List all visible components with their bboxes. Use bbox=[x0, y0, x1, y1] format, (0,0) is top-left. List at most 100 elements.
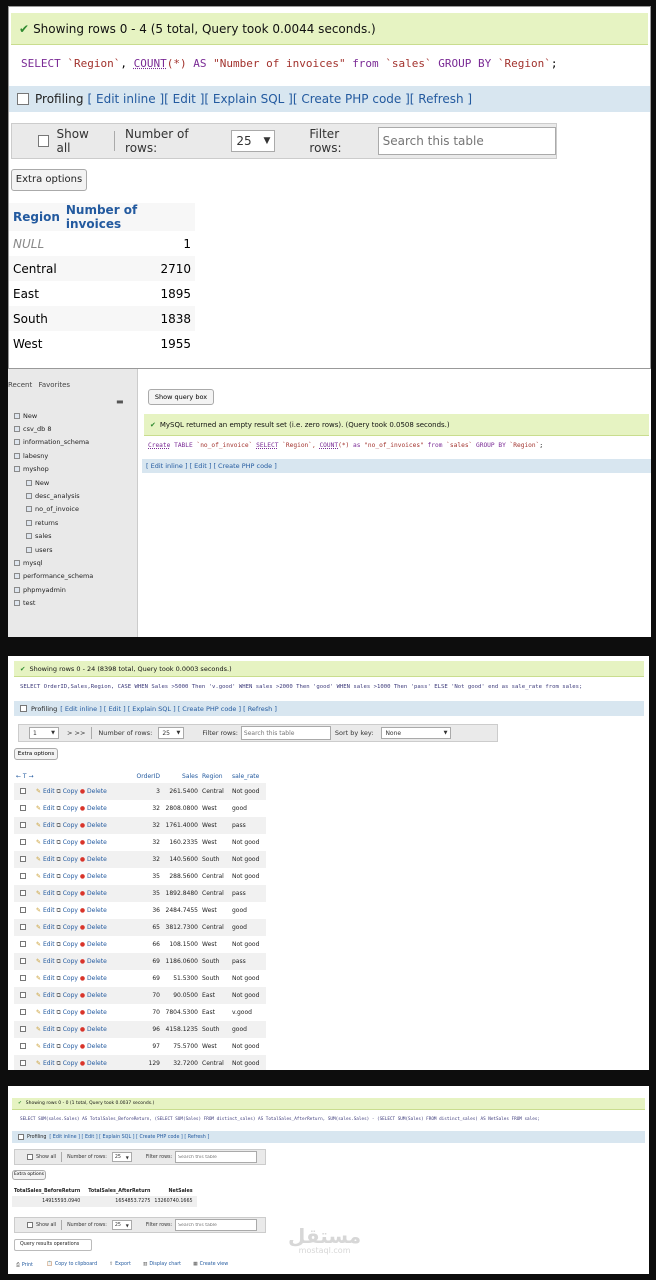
filter-input[interactable] bbox=[175, 1219, 258, 1231]
row-checkbox[interactable] bbox=[20, 1043, 26, 1049]
copy-link[interactable]: Copy bbox=[63, 907, 78, 914]
edit-link[interactable]: Edit bbox=[43, 856, 55, 863]
edit-link[interactable]: Edit bbox=[43, 992, 55, 999]
show-all-checkbox[interactable] bbox=[38, 135, 50, 147]
sidebar-item[interactable]: phpmyadmin bbox=[8, 583, 136, 596]
row-checkbox[interactable] bbox=[20, 856, 26, 862]
refresh-link[interactable]: [ Refresh ] bbox=[410, 92, 472, 106]
copy-link[interactable]: Copy bbox=[63, 788, 78, 795]
copy-link[interactable]: Copy bbox=[63, 822, 78, 829]
profiling-checkbox[interactable] bbox=[17, 93, 29, 105]
row-checkbox[interactable] bbox=[20, 941, 26, 947]
delete-link[interactable]: Delete bbox=[87, 890, 107, 897]
edit-link[interactable]: Edit bbox=[43, 1043, 55, 1050]
delete-link[interactable]: Delete bbox=[87, 1043, 107, 1050]
delete-link[interactable]: Delete bbox=[87, 941, 107, 948]
copy-link[interactable]: Copy bbox=[63, 839, 78, 846]
sidebar-item[interactable]: information_schema bbox=[8, 436, 136, 449]
tab-favorites[interactable]: Favorites bbox=[38, 381, 70, 389]
delete-link[interactable]: Delete bbox=[87, 839, 107, 846]
delete-link[interactable]: Delete bbox=[87, 924, 107, 931]
create-php-link[interactable]: [ Create PHP code ] bbox=[293, 92, 410, 106]
delete-link[interactable]: Delete bbox=[87, 873, 107, 880]
profiling-checkbox[interactable] bbox=[20, 705, 27, 712]
sidebar-item[interactable]: sales bbox=[8, 530, 136, 543]
column-header-count[interactable]: Number of invoices bbox=[60, 203, 195, 231]
sidebar-item[interactable]: New bbox=[8, 476, 136, 489]
tab-recent[interactable]: Recent bbox=[8, 381, 32, 389]
sidebar-item[interactable]: mysql bbox=[8, 556, 136, 569]
query-op-export[interactable]: ⇪ Export bbox=[109, 1262, 131, 1268]
edit-link[interactable]: [ Edit ] bbox=[164, 92, 204, 106]
page-select[interactable]: 1 ▼ bbox=[29, 727, 59, 739]
delete-link[interactable]: Delete bbox=[87, 856, 107, 863]
sidebar-item[interactable]: test bbox=[8, 596, 136, 609]
row-checkbox[interactable] bbox=[20, 805, 26, 811]
edit-link[interactable]: Edit bbox=[43, 941, 55, 948]
row-checkbox[interactable] bbox=[20, 873, 26, 879]
copy-link[interactable]: Copy bbox=[63, 975, 78, 982]
delete-link[interactable]: Delete bbox=[87, 822, 107, 829]
sidebar-item[interactable]: users bbox=[8, 543, 136, 556]
edit-link[interactable]: Edit bbox=[43, 975, 55, 982]
delete-link[interactable]: Delete bbox=[87, 1026, 107, 1033]
edit-link[interactable]: Edit bbox=[43, 1060, 55, 1067]
query-op-print[interactable]: ⎙ Print bbox=[16, 1262, 33, 1268]
filter-input[interactable] bbox=[175, 1151, 258, 1163]
filter-input[interactable] bbox=[240, 726, 331, 740]
edit-link[interactable]: Edit bbox=[43, 1009, 55, 1016]
delete-link[interactable]: Delete bbox=[87, 805, 107, 812]
row-checkbox[interactable] bbox=[20, 958, 26, 964]
sidebar-item[interactable]: myshop bbox=[8, 463, 136, 476]
delete-link[interactable]: Delete bbox=[87, 958, 107, 965]
edit-link[interactable]: Edit bbox=[43, 1026, 55, 1033]
edit-link[interactable]: Edit bbox=[43, 805, 55, 812]
sidebar-item[interactable]: no_of_invoice bbox=[8, 503, 136, 516]
edit-link[interactable]: Edit bbox=[43, 788, 55, 795]
column-header-net-sales[interactable]: NetSales bbox=[154, 1186, 196, 1196]
column-header-after-return[interactable]: TotalSales_AfterReturn bbox=[84, 1186, 154, 1196]
edit-link[interactable]: Edit bbox=[43, 890, 55, 897]
query-op-clipboard[interactable]: 📋 Copy to clipboard bbox=[47, 1262, 97, 1268]
copy-link[interactable]: Copy bbox=[63, 924, 78, 931]
copy-link[interactable]: Copy bbox=[63, 1026, 78, 1033]
explain-sql-link[interactable]: [ Explain SQL ] bbox=[204, 92, 292, 106]
copy-link[interactable]: Copy bbox=[63, 890, 78, 897]
query-links[interactable]: [ Edit inline ] [ Edit ] [ Create PHP co… bbox=[146, 462, 277, 470]
delete-link[interactable]: Delete bbox=[87, 975, 107, 982]
num-rows-select[interactable]: 25 ▼ bbox=[158, 727, 185, 739]
delete-link[interactable]: Delete bbox=[87, 907, 107, 914]
sidebar-item[interactable]: performance_schema bbox=[8, 570, 136, 583]
profiling-checkbox[interactable] bbox=[18, 1134, 24, 1140]
filter-input[interactable] bbox=[377, 127, 556, 155]
num-rows-select[interactable]: 25 ▼ bbox=[111, 1152, 132, 1162]
sidebar-item[interactable]: returns bbox=[8, 516, 136, 529]
edit-link[interactable]: Edit bbox=[43, 822, 55, 829]
row-checkbox[interactable] bbox=[20, 822, 26, 828]
query-links[interactable]: [ Edit inline ] [ Edit ] [ Explain SQL ]… bbox=[60, 705, 277, 713]
copy-link[interactable]: Copy bbox=[63, 856, 78, 863]
extra-options-button[interactable]: Extra options bbox=[14, 748, 58, 760]
edit-link[interactable]: Edit bbox=[43, 958, 55, 965]
column-tools[interactable]: ← T → bbox=[14, 769, 114, 783]
delete-link[interactable]: Delete bbox=[87, 788, 107, 795]
delete-link[interactable]: Delete bbox=[87, 992, 107, 999]
query-links[interactable]: [ Edit inline ] [ Edit ] [ Explain SQL ]… bbox=[49, 1135, 209, 1140]
num-rows-select[interactable]: 25 ▼ bbox=[111, 1220, 132, 1230]
num-rows-select[interactable]: 25 ▼ bbox=[231, 130, 276, 152]
next-page-buttons[interactable]: > >> bbox=[67, 729, 85, 737]
column-header-before-return[interactable]: TotalSales_BeforeReturn bbox=[12, 1186, 84, 1196]
edit-link[interactable]: Edit bbox=[43, 873, 55, 880]
copy-link[interactable]: Copy bbox=[63, 805, 78, 812]
copy-link[interactable]: Copy bbox=[63, 1009, 78, 1016]
row-checkbox[interactable] bbox=[20, 890, 26, 896]
sidebar-item[interactable]: New bbox=[8, 409, 136, 422]
copy-link[interactable]: Copy bbox=[63, 1060, 78, 1067]
row-checkbox[interactable] bbox=[20, 788, 26, 794]
delete-link[interactable]: Delete bbox=[87, 1009, 107, 1016]
extra-options-button[interactable]: Extra options bbox=[11, 169, 87, 191]
sort-select[interactable]: None ▼ bbox=[381, 727, 452, 739]
copy-link[interactable]: Copy bbox=[63, 992, 78, 999]
row-checkbox[interactable] bbox=[20, 1060, 26, 1066]
column-header-sales[interactable]: Sales bbox=[162, 769, 200, 783]
